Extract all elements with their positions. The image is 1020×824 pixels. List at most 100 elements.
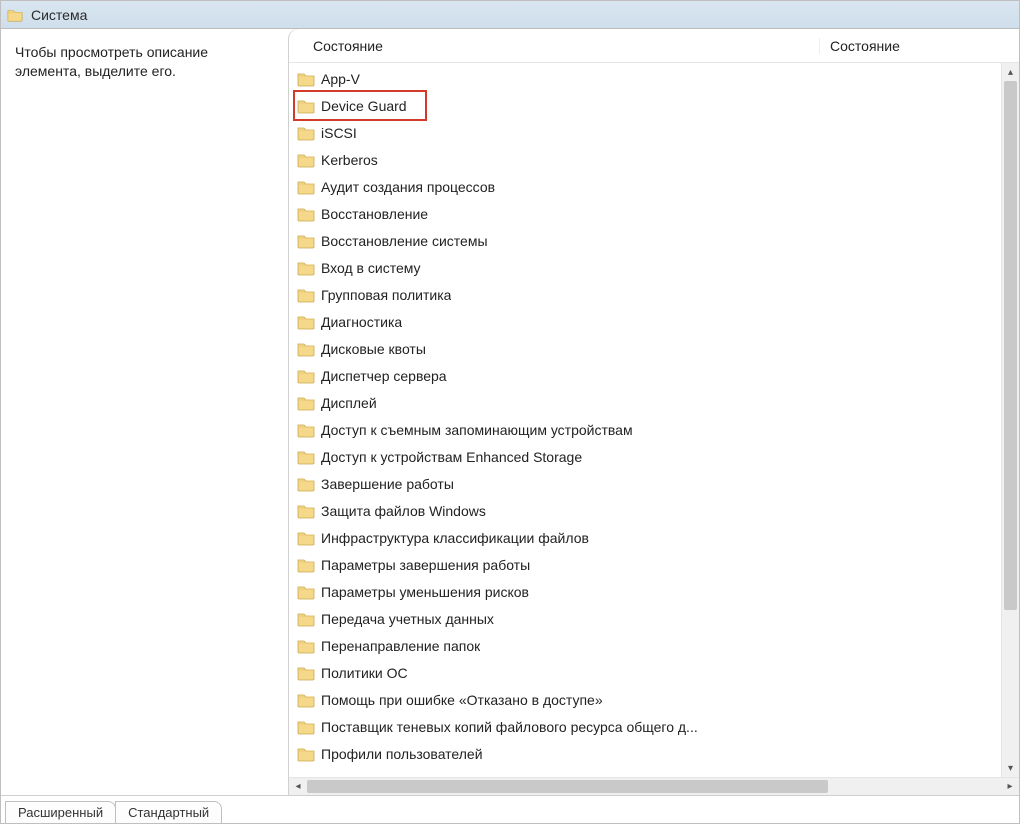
- list-item[interactable]: Политики ОС: [295, 659, 1001, 686]
- folder-icon: [297, 557, 315, 573]
- list-item-label: Восстановление: [321, 206, 428, 222]
- list-item[interactable]: Перенаправление папок: [295, 632, 1001, 659]
- column-header-state-2[interactable]: Состояние: [819, 38, 1019, 54]
- list-item[interactable]: Дисковые квоты: [295, 335, 1001, 362]
- folder-icon: [297, 206, 315, 222]
- folder-icon: [297, 287, 315, 303]
- list-item-label: Kerberos: [321, 152, 378, 168]
- list-item-label: Перенаправление папок: [321, 638, 480, 654]
- list-item-label: Диспетчер сервера: [321, 368, 447, 384]
- list-item[interactable]: Поставщик теневых копий файлового ресурс…: [295, 713, 1001, 740]
- vertical-scrollbar[interactable]: ▴ ▾: [1001, 63, 1019, 777]
- list-pane: Состояние Состояние App-V Device Guard i…: [289, 29, 1019, 795]
- list-item-label: Профили пользователей: [321, 746, 483, 762]
- folder-icon: [297, 341, 315, 357]
- scroll-down-button[interactable]: ▾: [1002, 759, 1019, 777]
- list-item[interactable]: Доступ к съемным запоминающим устройства…: [295, 416, 1001, 443]
- list-item-label: iSCSI: [321, 125, 357, 141]
- folder-icon: [297, 719, 315, 735]
- folder-icon: [297, 98, 315, 114]
- folder-list[interactable]: App-V Device Guard iSCSI Kerberos Аудит …: [289, 63, 1001, 777]
- list-item[interactable]: Диспетчер сервера: [295, 362, 1001, 389]
- list-item-label: Параметры завершения работы: [321, 557, 530, 573]
- list-item-label: Политики ОС: [321, 665, 408, 681]
- folder-icon: [297, 746, 315, 762]
- horizontal-scrollbar[interactable]: ◂ ▸: [289, 777, 1019, 795]
- list-item-label: Завершение работы: [321, 476, 454, 492]
- list-item[interactable]: Завершение работы: [295, 470, 1001, 497]
- tab-standard[interactable]: Стандартный: [115, 801, 222, 823]
- scroll-up-button[interactable]: ▴: [1002, 63, 1019, 81]
- list-item[interactable]: Вход в систему: [295, 254, 1001, 281]
- list-item[interactable]: Kerberos: [295, 146, 1001, 173]
- folder-icon: [297, 233, 315, 249]
- list-wrap: App-V Device Guard iSCSI Kerberos Аудит …: [289, 63, 1019, 777]
- horizontal-scroll-thumb[interactable]: [307, 780, 828, 793]
- mmc-window: Система Чтобы просмотреть описание элеме…: [0, 0, 1020, 824]
- window-title: Система: [31, 7, 87, 23]
- view-tabs: Расширенный Стандартный: [1, 795, 1019, 823]
- list-item-label: Инфраструктура классификации файлов: [321, 530, 589, 546]
- folder-icon: [297, 152, 315, 168]
- list-item[interactable]: Восстановление: [295, 200, 1001, 227]
- list-item[interactable]: Параметры завершения работы: [295, 551, 1001, 578]
- list-item[interactable]: Инфраструктура классификации файлов: [295, 524, 1001, 551]
- list-item-label: Восстановление системы: [321, 233, 488, 249]
- folder-icon: [297, 395, 315, 411]
- tab-extended[interactable]: Расширенный: [5, 801, 116, 823]
- list-item[interactable]: Доступ к устройствам Enhanced Storage: [295, 443, 1001, 470]
- folder-icon: [297, 71, 315, 87]
- folder-icon: [297, 503, 315, 519]
- scroll-left-button[interactable]: ◂: [289, 778, 307, 795]
- folder-icon: [297, 665, 315, 681]
- list-item[interactable]: Дисплей: [295, 389, 1001, 416]
- list-item[interactable]: Профили пользователей: [295, 740, 1001, 767]
- list-item[interactable]: Аудит создания процессов: [295, 173, 1001, 200]
- folder-icon: [297, 125, 315, 141]
- description-hint: Чтобы просмотреть описание элемента, выд…: [15, 43, 275, 81]
- content-body: Чтобы просмотреть описание элемента, выд…: [1, 29, 1019, 795]
- list-item-label: Дисковые квоты: [321, 341, 426, 357]
- list-item[interactable]: Параметры уменьшения рисков: [295, 578, 1001, 605]
- list-item[interactable]: Защита файлов Windows: [295, 497, 1001, 524]
- folder-icon: [297, 179, 315, 195]
- list-item[interactable]: Помощь при ошибке «Отказано в доступе»: [295, 686, 1001, 713]
- list-item-label: Передача учетных данных: [321, 611, 494, 627]
- list-item-label: Доступ к устройствам Enhanced Storage: [321, 449, 582, 465]
- vertical-scroll-track[interactable]: [1002, 81, 1019, 759]
- list-item-label: Device Guard: [321, 98, 407, 114]
- folder-icon: [297, 611, 315, 627]
- column-header-state-1[interactable]: Состояние: [289, 38, 819, 54]
- folder-icon: [297, 530, 315, 546]
- list-item-label: Диагностика: [321, 314, 402, 330]
- list-item[interactable]: App-V: [295, 65, 1001, 92]
- list-item[interactable]: iSCSI: [295, 119, 1001, 146]
- horizontal-scroll-track[interactable]: [307, 778, 1001, 795]
- list-item-label: Поставщик теневых копий файлового ресурс…: [321, 719, 698, 735]
- list-item-label: Помощь при ошибке «Отказано в доступе»: [321, 692, 603, 708]
- folder-icon: [297, 584, 315, 600]
- folder-icon: [297, 638, 315, 654]
- titlebar: Система: [1, 1, 1019, 29]
- list-item-label: Доступ к съемным запоминающим устройства…: [321, 422, 633, 438]
- columns-header: Состояние Состояние: [289, 29, 1019, 63]
- list-item-label: Аудит создания процессов: [321, 179, 495, 195]
- description-pane: Чтобы просмотреть описание элемента, выд…: [1, 29, 289, 795]
- folder-icon: [297, 692, 315, 708]
- list-item-label: Параметры уменьшения рисков: [321, 584, 529, 600]
- list-item[interactable]: Восстановление системы: [295, 227, 1001, 254]
- folder-icon: [297, 314, 315, 330]
- folder-icon: [297, 368, 315, 384]
- list-item[interactable]: Передача учетных данных: [295, 605, 1001, 632]
- folder-icon: [297, 449, 315, 465]
- folder-icon: [297, 422, 315, 438]
- list-item-label: Групповая политика: [321, 287, 451, 303]
- list-item-label: Дисплей: [321, 395, 377, 411]
- folder-icon: [297, 260, 315, 276]
- list-item[interactable]: Групповая политика: [295, 281, 1001, 308]
- list-item[interactable]: Device Guard: [295, 92, 425, 119]
- list-item[interactable]: Диагностика: [295, 308, 1001, 335]
- scroll-right-button[interactable]: ▸: [1001, 778, 1019, 795]
- list-item-label: App-V: [321, 71, 360, 87]
- vertical-scroll-thumb[interactable]: [1004, 81, 1017, 610]
